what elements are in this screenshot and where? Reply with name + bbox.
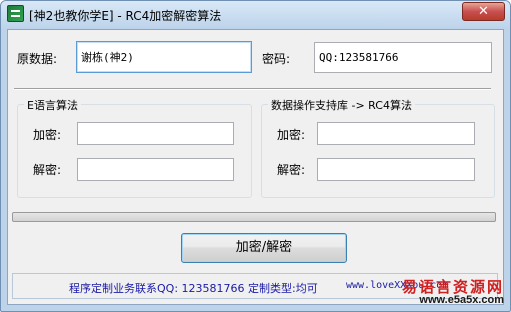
password-input[interactable]: QQ:123581766 <box>314 42 492 73</box>
client-area: 原数据: 谢栋(神2) 密码: QQ:123581766 E语言算法 加密: 解… <box>7 29 504 305</box>
watermark: 易语言资源网 www.e5a5x.com <box>401 277 504 307</box>
source-label: 原数据: <box>17 52 58 66</box>
source-input[interactable]: 谢栋(神2) <box>76 41 252 73</box>
window-title: [神2也教你学E] - RC4加密解密算法 <box>29 9 222 23</box>
close-button[interactable]: ✕ <box>462 2 505 21</box>
group-lib-encrypt-label: 加密: <box>277 128 306 142</box>
group-e-encrypt-label: 加密: <box>33 128 62 142</box>
password-label: 密码: <box>262 52 291 66</box>
group-lib-encrypt-output[interactable] <box>317 122 475 145</box>
group-e-decrypt-label: 解密: <box>33 163 62 177</box>
group-lib-decrypt-output[interactable] <box>317 158 475 181</box>
app-window: [神2也教你学E] - RC4加密解密算法 ✕ 原数据: 谢栋(神2) 密码: … <box>0 0 511 312</box>
group-lib-decrypt-label: 解密: <box>277 163 306 177</box>
group-e-encrypt-output[interactable] <box>77 122 234 145</box>
encrypt-decrypt-button[interactable]: 加密/解密 <box>181 233 347 263</box>
progress-bar <box>12 212 496 222</box>
group-lib-title: 数据操作支持库 -> RC4算法 <box>268 97 415 113</box>
group-e-language: E语言算法 加密: 解密: <box>17 97 252 198</box>
watermark-title: 易语言资源网 <box>401 277 504 296</box>
status-contact-text: 程序定制业务联系QQ: 123581766 定制类型:均可 <box>69 282 318 295</box>
app-icon <box>7 5 24 22</box>
group-data-lib: 数据操作支持库 -> RC4算法 加密: 解密: <box>261 97 495 198</box>
watermark-url: www.e5a5x.com <box>419 294 504 307</box>
separator <box>14 88 491 90</box>
group-e-decrypt-output[interactable] <box>77 158 234 181</box>
group-e-title: E语言算法 <box>24 97 81 113</box>
title-bar[interactable]: [神2也教你学E] - RC4加密解密算法 ✕ <box>1 1 510 29</box>
